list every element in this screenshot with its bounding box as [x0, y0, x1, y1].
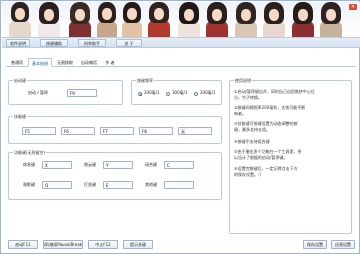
group-title: 按键频率 [136, 78, 154, 83]
stop-button[interactable]: 中止F12 [88, 240, 118, 249]
tab-unlimited-grab[interactable]: 无限按取 [54, 58, 76, 67]
save-settings-button[interactable]: 保存设置 [303, 240, 327, 249]
help-line: 分，竹子转换。 [234, 95, 262, 100]
character-illustration-5 [120, 2, 144, 37]
function-key-label: 其他键 [145, 182, 157, 187]
help-line: 以设计了根据的启动/暂停键。 [234, 155, 288, 160]
function-keys-group: 功能键(无则留空) 休息键 X 隐云键 Y 闭合键 C 观影键 Q 打坐键 E … [8, 150, 222, 200]
character-illustration-8 [203, 2, 231, 37]
header-banner: ✕ [2, 2, 360, 37]
function-key-label: 休息键 [23, 162, 35, 167]
help-line: 的保存设置。:) [234, 172, 261, 177]
skill-key-3[interactable]: F7 [100, 127, 134, 135]
character-illustration-9 [232, 2, 260, 37]
interval-radio-3[interactable] [194, 92, 198, 96]
character-illustration-1 [6, 2, 34, 37]
skill-key-4[interactable]: F8 [139, 127, 173, 135]
interval-radio-2[interactable] [166, 92, 170, 96]
menu-item-about[interactable]: 关 于 [116, 39, 142, 47]
function-key-field[interactable]: Y [103, 161, 133, 169]
function-key-label: 打坐键 [84, 182, 96, 187]
help-line: 响者。 [234, 111, 246, 116]
interval-option-2: 300毫/1 [172, 90, 188, 95]
menu-item-exam-helper[interactable]: 科举助手 [78, 39, 106, 47]
group-title: 功能键(无则留空) [13, 150, 47, 155]
usage-notes-group: 使用说明 ①启动/暂停键自开，同时自己自愿推挤中心位 分，竹子转换。 ②按键间隔… [229, 78, 352, 234]
skill-key-5[interactable]: 无 [178, 127, 212, 135]
function-key-field[interactable]: X [42, 161, 72, 169]
key-interval-group: 按键频率 200毫/1 300毫/1 200毫/1 [131, 78, 222, 105]
start-key-group: 启动键 启动 / 暂停 F9 [8, 78, 123, 105]
group-title: 启动键 [13, 78, 27, 83]
group-title: 使用说明 [234, 78, 252, 83]
character-illustration-11 [289, 2, 317, 37]
function-key-field[interactable]: C [164, 161, 194, 169]
interval-option-3: 200毫/1 [200, 90, 216, 95]
close-button[interactable]: ✕ [349, 4, 357, 10]
character-illustration-3 [66, 2, 94, 37]
function-key-label: 闭合键 [145, 162, 157, 167]
help-line: 键，最多支持五组。 [234, 127, 270, 132]
group-title: 技能键 [13, 114, 27, 119]
interval-radio-1[interactable] [138, 92, 142, 96]
skill-key-2[interactable]: F6 [61, 127, 95, 135]
function-key-field[interactable]: Q [42, 181, 72, 189]
skill-keys-group: 技能键 F5 F6 F7 F8 无 [8, 114, 222, 144]
top-menu-bar: 软件说明 按键辅助 科举助手 关 于 [2, 37, 360, 48]
tab-author[interactable]: 作 者 [102, 58, 118, 67]
start-pause-label: 启动 / 暂停 [28, 90, 48, 95]
tab-basic-keys[interactable]: 基本按键 [28, 58, 52, 67]
function-key-field[interactable]: E [103, 181, 133, 189]
tab-strip: 普通项 基本按键 无限按取 自动喊话 作 者 [6, 58, 356, 67]
start-key-field[interactable]: F9 [67, 89, 97, 97]
character-illustration-10 [260, 2, 288, 37]
tab-auto-shout[interactable]: 自动喊话 [78, 58, 100, 67]
character-illustration-7 [175, 2, 203, 37]
pause-continue-button[interactable]: 停/继续Pause/Break [43, 240, 83, 249]
tab-general[interactable]: 普通项 [8, 58, 26, 67]
character-illustration-6 [145, 2, 173, 37]
character-illustration-4 [94, 2, 120, 37]
start-button[interactable]: 启动F11 [8, 240, 38, 249]
app-window: ✕ 软件说明 按键辅助 科举助手 关 于 普通项 基本按键 无限按取 自动喊话 … [0, 0, 360, 254]
function-key-field[interactable] [164, 181, 194, 189]
character-illustration-12 [317, 2, 345, 37]
function-key-label: 观影键 [23, 182, 35, 187]
close-icon: ✕ [350, 4, 356, 10]
character-illustration-2 [35, 2, 63, 37]
skill-key-1[interactable]: F5 [22, 127, 56, 135]
function-key-label: 隐云键 [84, 162, 96, 167]
menu-item-key-assist[interactable]: 按键辅助 [40, 39, 68, 47]
menu-item-software-info[interactable]: 软件说明 [6, 39, 30, 47]
restore-settings-button[interactable]: 还原设置 [331, 240, 355, 249]
hints-button[interactable]: 提示关键 [123, 240, 153, 249]
interval-option-1: 200毫/1 [144, 90, 160, 95]
help-line: ④按键不支持组合键 [234, 139, 270, 144]
